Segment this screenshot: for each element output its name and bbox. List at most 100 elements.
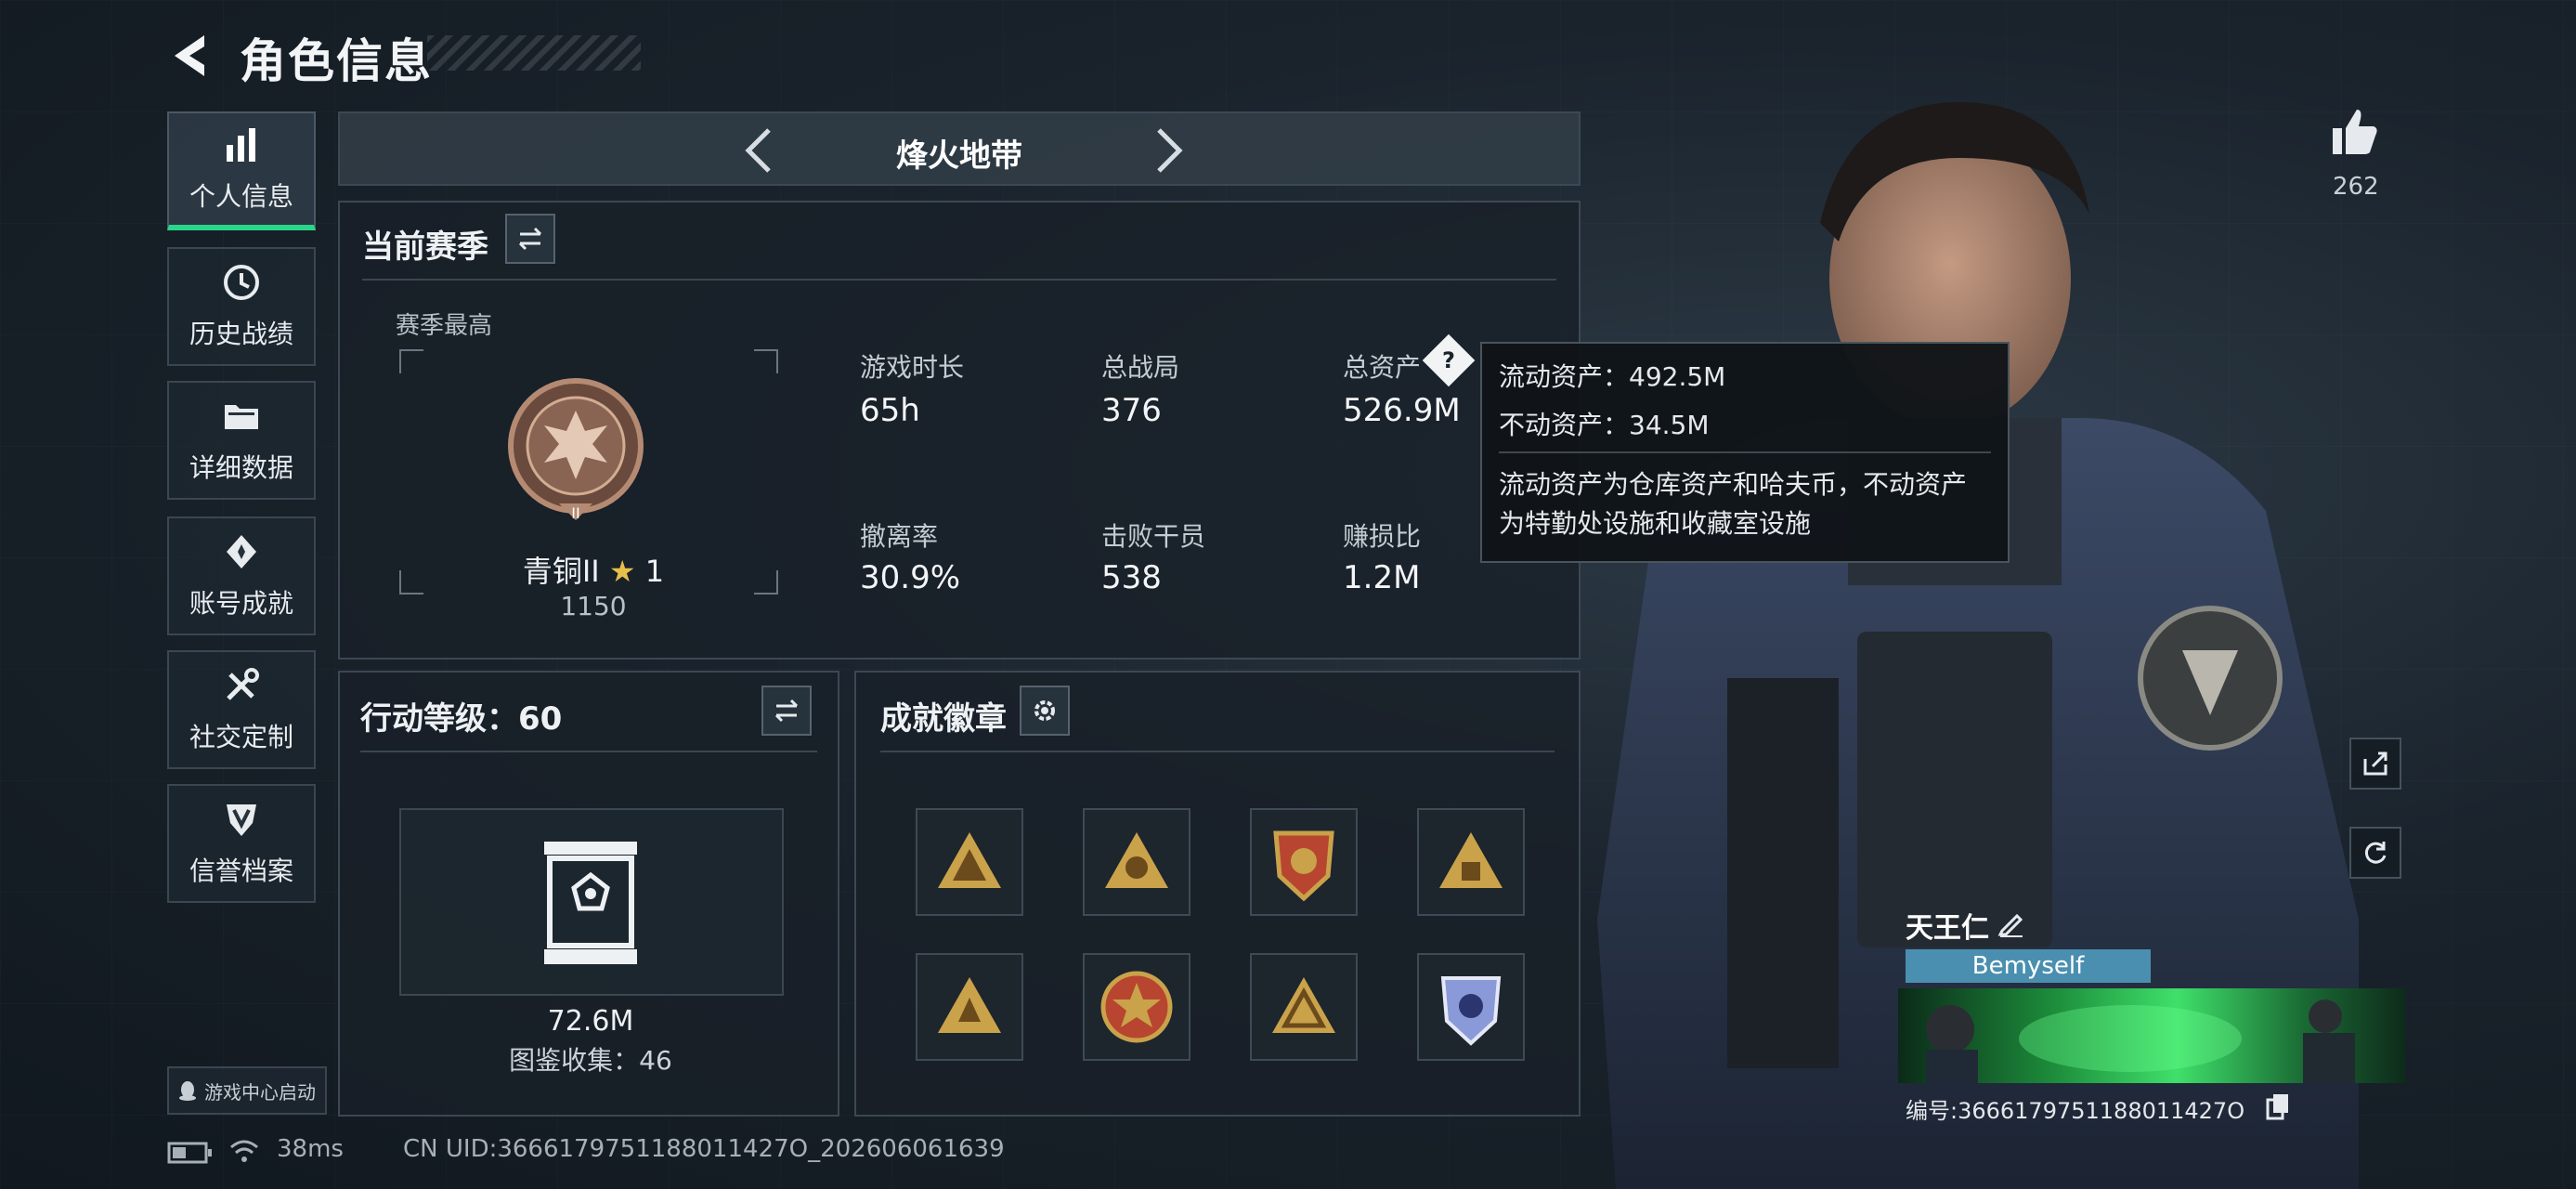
- collection-display[interactable]: [399, 808, 784, 996]
- achievement-badge[interactable]: [1083, 808, 1190, 916]
- player-id: 编号:3666179751188011427O: [1906, 1098, 2245, 1124]
- tooltip-divider: [1499, 451, 1991, 453]
- sidebar-item-history[interactable]: 历史战绩: [167, 247, 316, 366]
- wifi-icon: [230, 1140, 258, 1162]
- bronze-rank-emblem-icon: II: [508, 378, 644, 522]
- shield-badge-icon: [1273, 830, 1334, 902]
- triangle-badge-icon: [1272, 977, 1335, 1033]
- achievement-badge[interactable]: [1417, 808, 1525, 916]
- asset-tooltip: 流动资产：492.5M 不动资产：34.5M 流动资产为仓库资产和哈夫币，不动资…: [1480, 342, 2010, 563]
- achievement-badge[interactable]: [1417, 953, 1525, 1061]
- level-title: 行动等级：60: [360, 700, 563, 738]
- rank-stars: 1: [644, 554, 665, 589]
- star-medal-icon: [1100, 971, 1173, 1043]
- next-mode-chevron-icon[interactable]: [1138, 123, 1194, 178]
- player-name: 天王仁: [1906, 912, 1989, 945]
- sidebar-item-detail-data[interactable]: 详细数据: [167, 381, 316, 500]
- stat-value: 1.2M: [1343, 559, 1421, 596]
- triangle-badge-icon: [1105, 832, 1168, 888]
- name-card-banner[interactable]: [1898, 988, 2405, 1083]
- uid-text: CN UID:3666179751188011427O_202606061639: [403, 1135, 1005, 1163]
- stat-label: 总战局: [1101, 352, 1180, 383]
- svg-text:II: II: [571, 504, 579, 522]
- stat-label: 总资产: [1343, 352, 1422, 383]
- launch-label: 游戏中心启动: [204, 1080, 316, 1104]
- frame-corner: [754, 349, 778, 373]
- achievement-badge[interactable]: [1250, 808, 1358, 916]
- tooltip-desc-2: 为特勤处设施和收藏室设施: [1499, 508, 1812, 539]
- help-question-icon[interactable]: ?: [1422, 333, 1476, 387]
- share-button[interactable]: [2349, 738, 2401, 790]
- stat-value: 526.9M: [1343, 392, 1461, 429]
- rank-score: 1150: [560, 591, 627, 621]
- gear-icon: [1034, 700, 1055, 721]
- share-icon: [2363, 751, 2387, 776]
- stat-label: 游戏时长: [860, 352, 965, 383]
- clock-icon: [224, 265, 259, 300]
- stat-label: 击败干员: [1101, 521, 1206, 552]
- thumbs-up-icon[interactable]: [2331, 106, 2379, 158]
- level-divider: [360, 751, 817, 752]
- qq-penguin-icon: [179, 1081, 196, 1101]
- player-tag: Bemyself: [1906, 949, 2151, 983]
- stat-label: 撤离率: [860, 521, 939, 552]
- achievement-icon: [227, 535, 256, 568]
- stat-label: 赚损比: [1343, 521, 1422, 552]
- folder-icon: [225, 405, 258, 429]
- title-decoration: [427, 35, 641, 71]
- season-title: 当前赛季: [362, 229, 488, 266]
- mode-name: 烽火地带: [896, 137, 1022, 175]
- stat-value: 376: [1101, 392, 1162, 429]
- sidebar-item-personal-info[interactable]: 个人信息: [167, 111, 316, 230]
- sidebar-item-label: 信誉档案: [189, 856, 293, 886]
- swap-icon: [774, 699, 799, 723]
- refresh-icon: [2364, 842, 2387, 864]
- season-divider: [362, 279, 1556, 281]
- achievement-badge-panel: 成就徽章: [854, 671, 1581, 1117]
- triangle-badge-icon: [938, 832, 1001, 888]
- back-arrow-icon[interactable]: [167, 28, 214, 84]
- achievement-badge[interactable]: [916, 808, 1023, 916]
- shield-badge-icon: [1440, 976, 1502, 1046]
- collection-count: 图鉴收集：46: [509, 1045, 672, 1076]
- achievement-badge[interactable]: [916, 953, 1023, 1061]
- triangle-badge-icon: [1439, 832, 1503, 888]
- mode-selector: 烽火地带: [338, 111, 1581, 186]
- sidebar-item-credit[interactable]: 信誉档案: [167, 784, 316, 903]
- star-icon: ★: [608, 554, 636, 589]
- sidebar-item-label: 历史战绩: [189, 319, 293, 349]
- rank-line: 青铜II ★ 1: [340, 548, 847, 591]
- rotate-button[interactable]: [2349, 827, 2401, 879]
- action-level-panel: 行动等级：60 72.6M 图鉴收集：46: [338, 671, 839, 1117]
- badge-settings-button[interactable]: [1020, 686, 1070, 736]
- game-center-launch-button[interactable]: 游戏中心启动: [167, 1066, 327, 1115]
- collection-value: 72.6M: [547, 1005, 634, 1038]
- battery-icon: [167, 1142, 212, 1164]
- sidebar-item-label: 账号成就: [189, 588, 293, 619]
- triangle-badge-icon: [938, 977, 1001, 1033]
- like-count: 262: [2333, 173, 2379, 201]
- level-switch-button[interactable]: [761, 686, 812, 736]
- stat-value: 538: [1101, 559, 1162, 596]
- sidebar-item-label: 详细数据: [189, 452, 293, 483]
- ping-indicator: 38ms: [277, 1135, 344, 1163]
- badge-title: 成就徽章: [880, 700, 1007, 738]
- sidebar-item-achievements[interactable]: 账号成就: [167, 516, 316, 635]
- edit-pencil-icon[interactable]: [1997, 908, 2026, 938]
- season-highest-label: 赛季最高: [396, 312, 493, 340]
- swap-icon: [518, 227, 542, 251]
- current-season-panel: 当前赛季 赛季最高 II 青铜II ★ 1 1150 游戏时长 65h 总战局 …: [338, 201, 1581, 660]
- season-switch-button[interactable]: [505, 214, 555, 264]
- tooltip-fixed: 不动资产：34.5M: [1499, 410, 1710, 440]
- sidebar-item-label: 社交定制: [189, 722, 293, 752]
- achievement-badge[interactable]: [1083, 953, 1190, 1061]
- banner-art: [1926, 1000, 2355, 1083]
- sidebar-item-social[interactable]: 社交定制: [167, 650, 316, 769]
- frame-corner: [399, 349, 423, 373]
- achievement-badge[interactable]: [1250, 953, 1358, 1061]
- copy-icon[interactable]: [2266, 1092, 2290, 1120]
- tools-icon: [227, 668, 259, 700]
- rank-name: 青铜II: [522, 554, 600, 589]
- stat-value: 65h: [860, 392, 920, 429]
- bar-chart-icon: [227, 128, 255, 162]
